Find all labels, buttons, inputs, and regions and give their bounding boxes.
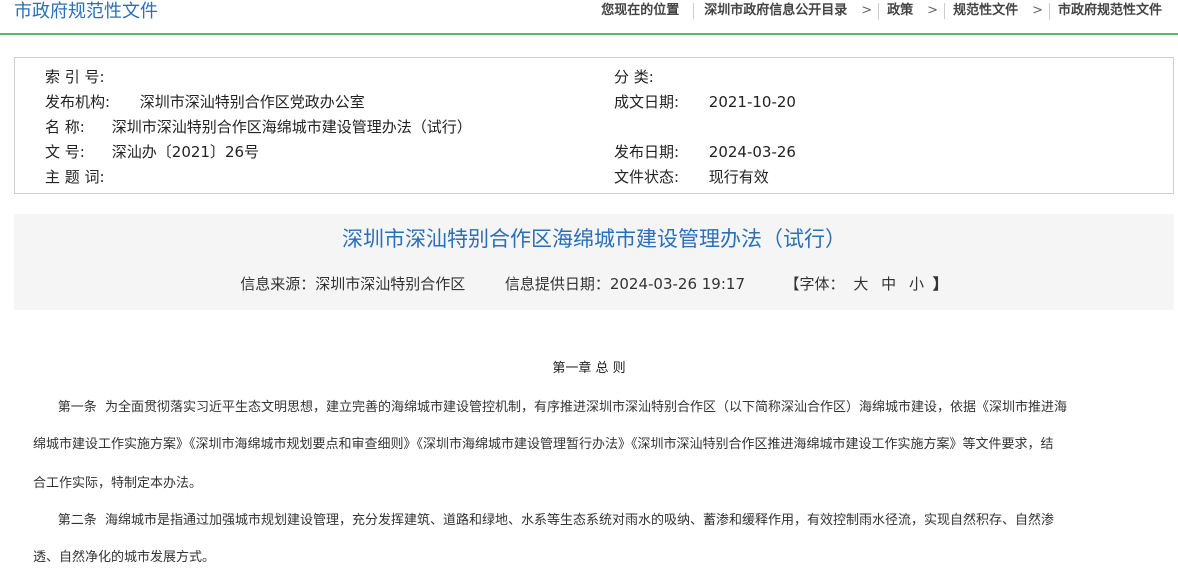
- top-bar: 市政府规范性文件 您现在的位置 深圳市政府信息公开目录 > 政策 > 规范性文件…: [0, 0, 1178, 35]
- body-paragraph-line: 绵城市建设工作实施方案》《深圳市海绵城市规划要点和审查细则》《深圳市海绵城市建设…: [33, 437, 1054, 452]
- font-size-small-button[interactable]: 小: [909, 275, 924, 293]
- breadcrumb: 您现在的位置 深圳市政府信息公开目录 > 政策 > 规范性文件 > 市政府规范性…: [601, 2, 1162, 20]
- status-label: 文件状态:: [614, 168, 680, 186]
- breadcrumb-separator: >: [861, 3, 873, 18]
- breadcrumb-divider: [1048, 3, 1050, 19]
- section-title: 市政府规范性文件: [14, 1, 158, 22]
- info-row-publish-date: 发布日期: 2024-03-26: [614, 140, 796, 165]
- doc-no-label: 文 号:: [45, 143, 85, 161]
- body-paragraph-line: 第二条 海绵城市是指通过加强城市规划建设管理，充分发挥建筑、道路和绿地、水系等生…: [33, 513, 1055, 528]
- publish-date-label: 发布日期:: [614, 143, 680, 161]
- breadcrumb-item-municipal-docs[interactable]: 市政府规范性文件: [1058, 2, 1162, 20]
- breadcrumb-item-normative-docs[interactable]: 规范性文件: [953, 2, 1018, 20]
- font-size-close-bracket: 】: [932, 275, 948, 293]
- breadcrumb-divider: [944, 3, 946, 19]
- info-row-doc-no: 文 号: 深汕办〔2021〕26号: [45, 140, 259, 165]
- subject-label: 主 题 词:: [45, 168, 105, 186]
- breadcrumb-item-policy[interactable]: 政策: [887, 2, 913, 20]
- name-label: 名 称:: [45, 118, 85, 136]
- status-value: 现行有效: [708, 168, 769, 186]
- document-header: 深圳市深汕特别合作区海绵城市建设管理办法（试行） 信息来源：深圳市深汕特别合作区…: [14, 214, 1174, 310]
- breadcrumb-divider: [693, 3, 695, 19]
- info-row-written-date: 成文日期: 2021-10-20: [614, 90, 796, 115]
- info-provided-date: 信息提供日期：2024-03-26 19:17: [504, 275, 745, 293]
- info-row-publisher: 发布机构: 深圳市深汕特别合作区党政办公室: [45, 90, 365, 115]
- category-label: 分 类:: [614, 68, 654, 86]
- document-info-box: 索 引 号: 分 类: 发布机构: 深圳市深汕特别合作区党政办公室 成文日期: …: [14, 57, 1174, 194]
- info-row-category: 分 类:: [614, 65, 709, 90]
- info-row-name: 名 称: 深圳市深汕特别合作区海绵城市建设管理办法（试行）: [45, 115, 472, 140]
- info-row-subject: 主 题 词:: [45, 165, 140, 190]
- font-size-large-button[interactable]: 大: [853, 275, 868, 293]
- publisher-label: 发布机构:: [45, 93, 111, 111]
- doc-no-value: 深汕办〔2021〕26号: [111, 143, 260, 161]
- breadcrumb-location-label: 您现在的位置: [601, 3, 680, 18]
- breadcrumb-item-catalog[interactable]: 深圳市政府信息公开目录: [704, 2, 847, 20]
- breadcrumb-divider: [878, 3, 880, 19]
- document-meta: 信息来源：深圳市深汕特别合作区 信息提供日期：2024-03-26 19:17 …: [14, 273, 1174, 295]
- font-size-label: 【字体：: [784, 275, 845, 293]
- written-date-value: 2021-10-20: [708, 93, 796, 111]
- font-size-medium-button[interactable]: 中: [881, 275, 896, 293]
- index-label: 索 引 号:: [45, 68, 105, 86]
- breadcrumb-separator: >: [927, 3, 939, 18]
- publisher-value: 深圳市深汕特别合作区党政办公室: [139, 93, 365, 111]
- document-title: 深圳市深汕特别合作区海绵城市建设管理办法（试行）: [342, 227, 846, 251]
- info-source: 信息来源：深圳市深汕特别合作区: [240, 275, 466, 293]
- info-row-status: 文件状态: 现行有效: [614, 165, 769, 190]
- body-paragraph-line: 第一条 为全面贯彻落实习近平生态文明思想，建立完善的海绵城市建设管控机制，有序推…: [33, 400, 1068, 415]
- written-date-label: 成文日期:: [614, 93, 680, 111]
- name-value: 深圳市深汕特别合作区海绵城市建设管理办法（试行）: [111, 118, 472, 136]
- chapter-heading: 第一章 总 则: [552, 361, 626, 376]
- publish-date-value: 2024-03-26: [708, 143, 796, 161]
- body-paragraph-line: 透、自然净化的城市发展方式。: [33, 550, 216, 565]
- breadcrumb-separator: >: [1032, 3, 1043, 18]
- info-row-index: 索 引 号:: [45, 65, 140, 90]
- body-paragraph-line: 合工作实际，特制定本办法。: [33, 476, 203, 491]
